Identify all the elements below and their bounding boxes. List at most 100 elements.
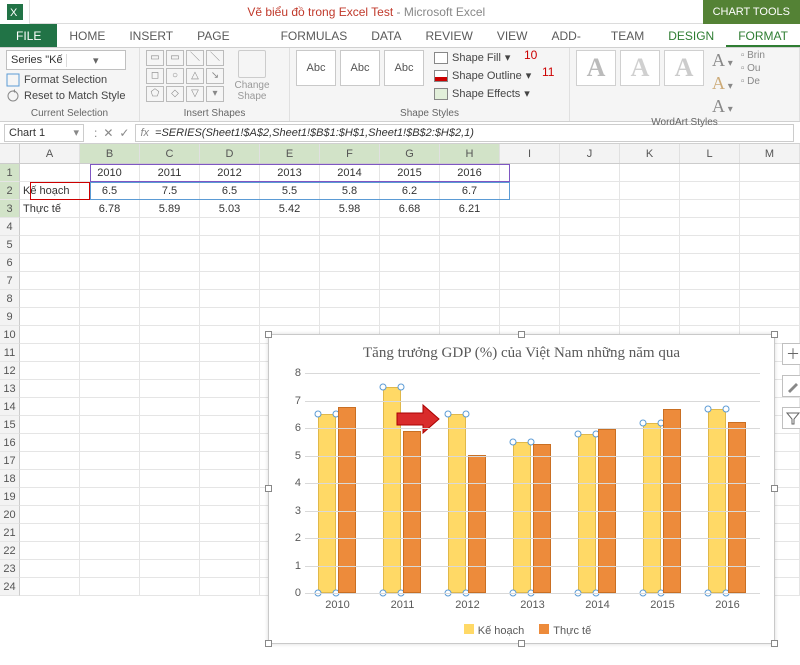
change-shape-button[interactable]: Change Shape: [230, 50, 274, 102]
chart-filters-button[interactable]: [782, 407, 800, 429]
cell[interactable]: 2013: [260, 164, 320, 182]
tab-review[interactable]: REVIEW: [413, 24, 484, 47]
row-header[interactable]: 21: [0, 524, 20, 542]
cell[interactable]: [500, 308, 560, 326]
cell[interactable]: [440, 236, 500, 254]
wordart-gallery[interactable]: A A A: [576, 50, 704, 117]
cell[interactable]: [320, 236, 380, 254]
cell[interactable]: [20, 326, 80, 344]
cell[interactable]: [680, 272, 740, 290]
cell[interactable]: [380, 272, 440, 290]
resize-handle[interactable]: [771, 485, 778, 492]
cancel-icon[interactable]: ✕: [103, 126, 113, 140]
cell[interactable]: [620, 182, 680, 200]
cell[interactable]: 6.2: [380, 182, 440, 200]
cell[interactable]: 2010: [80, 164, 140, 182]
cell[interactable]: [560, 272, 620, 290]
tab-insert[interactable]: INSERT: [117, 24, 185, 47]
row-header[interactable]: 20: [0, 506, 20, 524]
cell[interactable]: [560, 200, 620, 218]
cell[interactable]: [80, 254, 140, 272]
cell[interactable]: [200, 380, 260, 398]
cell[interactable]: [80, 308, 140, 326]
bar-kehoach[interactable]: [578, 434, 596, 594]
cell[interactable]: [560, 164, 620, 182]
cell[interactable]: [140, 254, 200, 272]
cell[interactable]: [140, 470, 200, 488]
chart-legend[interactable]: Kế hoạch Thực tế: [269, 624, 774, 637]
tab-formulas[interactable]: FORMULAS: [269, 24, 360, 47]
cell[interactable]: [200, 236, 260, 254]
cell[interactable]: [200, 542, 260, 560]
cell[interactable]: [200, 362, 260, 380]
cell[interactable]: [620, 254, 680, 272]
cell[interactable]: [20, 344, 80, 362]
cell[interactable]: 2016: [440, 164, 500, 182]
column-header-B[interactable]: B: [80, 144, 140, 163]
cell[interactable]: [440, 308, 500, 326]
column-header-L[interactable]: L: [680, 144, 740, 163]
row-header[interactable]: 3: [0, 200, 20, 218]
cell[interactable]: [140, 524, 200, 542]
shape-style-gallery[interactable]: Abc Abc Abc: [296, 50, 424, 102]
cell[interactable]: [740, 290, 800, 308]
cell[interactable]: [200, 560, 260, 578]
cell[interactable]: [620, 290, 680, 308]
row-header[interactable]: 17: [0, 452, 20, 470]
cell[interactable]: [380, 290, 440, 308]
cell[interactable]: [500, 254, 560, 272]
resize-handle[interactable]: [771, 331, 778, 338]
cell[interactable]: [140, 560, 200, 578]
cell[interactable]: 6.68: [380, 200, 440, 218]
cell[interactable]: [320, 272, 380, 290]
cell[interactable]: [200, 524, 260, 542]
cell[interactable]: [20, 164, 80, 182]
tab-format[interactable]: FORMAT: [726, 24, 800, 47]
cell[interactable]: [80, 506, 140, 524]
tab-view[interactable]: VIEW: [485, 24, 540, 47]
cell[interactable]: [620, 272, 680, 290]
cell[interactable]: [200, 578, 260, 596]
select-all-corner[interactable]: [0, 144, 20, 163]
row-header[interactable]: 24: [0, 578, 20, 596]
cell[interactable]: [140, 506, 200, 524]
send-backward-btn[interactable]: ▫ Ou: [741, 63, 765, 74]
resize-handle[interactable]: [265, 485, 272, 492]
resize-handle[interactable]: [265, 640, 272, 647]
cell[interactable]: [740, 254, 800, 272]
cell[interactable]: [740, 236, 800, 254]
column-header-D[interactable]: D: [200, 144, 260, 163]
cell[interactable]: [680, 254, 740, 272]
cell[interactable]: [140, 326, 200, 344]
cell[interactable]: [560, 290, 620, 308]
chart-title[interactable]: Tăng trưởng GDP (%) của Việt Nam những n…: [269, 335, 774, 362]
bar-thucte[interactable]: [728, 422, 746, 593]
cell[interactable]: [500, 200, 560, 218]
shape-style-preset-2[interactable]: Abc: [340, 50, 380, 86]
cell[interactable]: 5.89: [140, 200, 200, 218]
cell[interactable]: 6.78: [80, 200, 140, 218]
cell[interactable]: 2014: [320, 164, 380, 182]
cell[interactable]: [80, 434, 140, 452]
row-header[interactable]: 11: [0, 344, 20, 362]
shape-style-preset-1[interactable]: Abc: [296, 50, 336, 86]
cell[interactable]: [740, 182, 800, 200]
cell[interactable]: 5.5: [260, 182, 320, 200]
cell[interactable]: 2011: [140, 164, 200, 182]
bar-kehoach[interactable]: [383, 387, 401, 593]
cell[interactable]: [320, 254, 380, 272]
cell[interactable]: [380, 218, 440, 236]
cell[interactable]: 2015: [380, 164, 440, 182]
tab-data[interactable]: DATA: [359, 24, 413, 47]
cell[interactable]: [140, 488, 200, 506]
wordart-preset-1[interactable]: A: [576, 50, 616, 86]
cell[interactable]: [140, 578, 200, 596]
text-fill-btn[interactable]: A ▾: [712, 50, 733, 71]
bring-forward-btn[interactable]: ▫ Brin: [741, 50, 765, 61]
cell[interactable]: [560, 308, 620, 326]
bar-thucte[interactable]: [468, 455, 486, 593]
cell[interactable]: 6.5: [200, 182, 260, 200]
row-header[interactable]: 18: [0, 470, 20, 488]
cell[interactable]: [620, 164, 680, 182]
cell[interactable]: [200, 416, 260, 434]
